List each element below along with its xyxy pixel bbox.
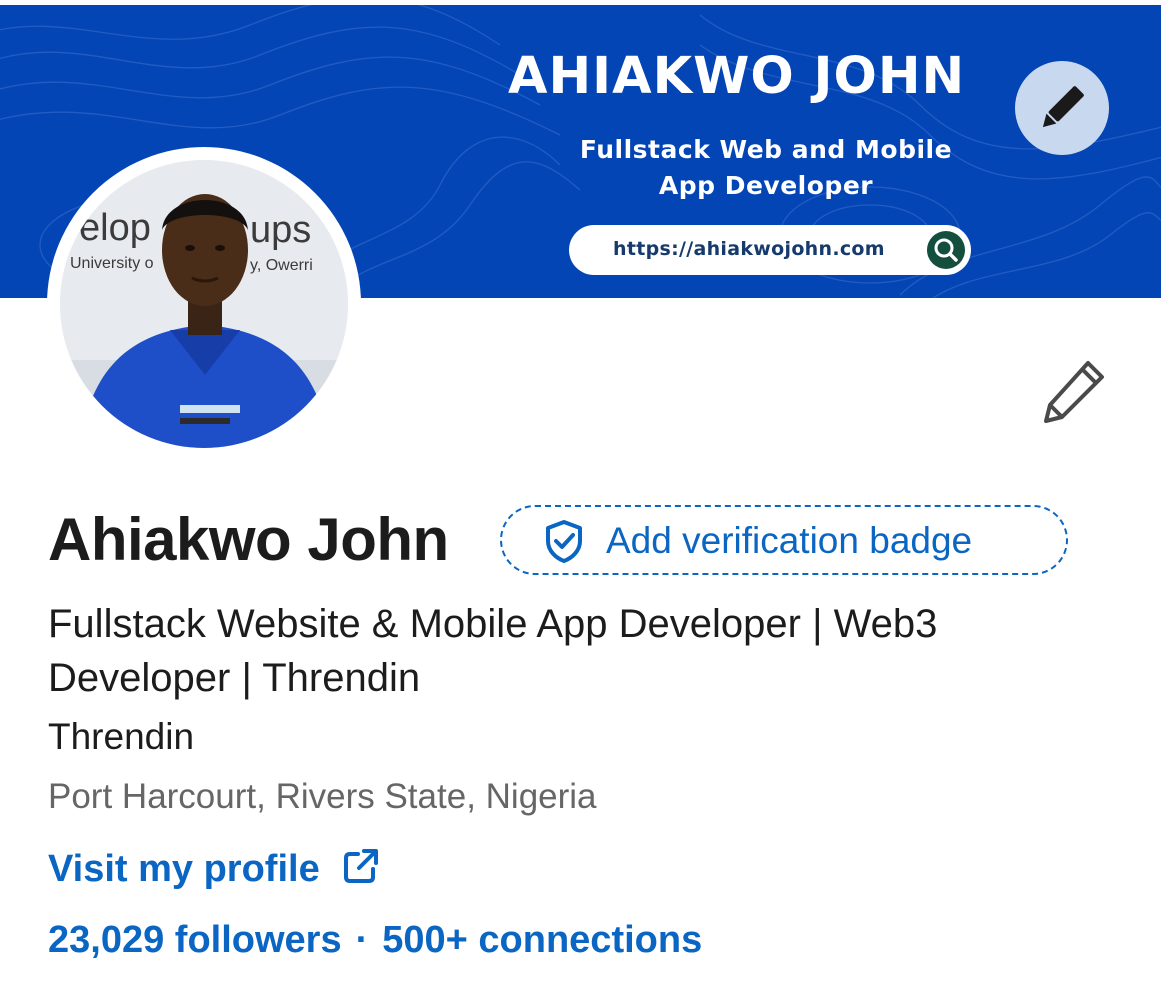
avatar-banner-text-1b: ups <box>250 209 311 251</box>
add-verification-badge-button[interactable]: Add verification badge <box>500 505 1068 575</box>
avatar-banner-text-2b: y, Owerri <box>250 257 313 274</box>
profile-location: Port Harcourt, Rivers State, Nigeria <box>48 777 597 816</box>
edit-profile-button[interactable] <box>1040 355 1110 425</box>
connections-link[interactable]: 500+ connections <box>382 919 702 961</box>
verification-label: Add verification badge <box>606 520 973 561</box>
banner-url-pill: https://ahiakwojohn.com <box>569 225 971 275</box>
visit-profile-link[interactable]: Visit my profile <box>48 847 380 891</box>
banner-url-text: https://ahiakwojohn.com <box>613 238 885 260</box>
profile-name: Ahiakwo John <box>48 506 449 573</box>
profile-headline: Fullstack Website & Mobile App Developer… <box>48 602 938 700</box>
banner-subtitle-line2: App Developer <box>658 171 874 200</box>
edit-banner-button[interactable] <box>1015 61 1109 155</box>
visit-profile-label: Visit my profile <box>48 848 320 890</box>
banner-subtitle-line1: Fullstack Web and Mobile <box>579 135 953 164</box>
external-link-icon <box>344 849 379 883</box>
shield-check-icon <box>546 520 582 563</box>
avatar-photo: velop ups University o y, Owerri <box>60 160 348 448</box>
avatar-banner-text-2: University o <box>70 255 154 272</box>
banner-subtitle: Fullstack Web and Mobile App Developer <box>566 132 966 204</box>
pencil-icon <box>1044 361 1104 423</box>
profile-stats: 23,029 followers · 500+ connections <box>48 919 702 962</box>
banner-title: AHIAKWO JOHN <box>508 47 966 106</box>
avatar[interactable]: velop ups University o y, Owerri <box>47 147 361 461</box>
stats-separator: · <box>355 919 369 961</box>
followers-link[interactable]: 23,029 followers <box>48 919 342 961</box>
pencil-icon <box>1042 86 1084 128</box>
profile-company[interactable]: Threndin <box>48 716 194 758</box>
search-icon <box>927 231 965 269</box>
